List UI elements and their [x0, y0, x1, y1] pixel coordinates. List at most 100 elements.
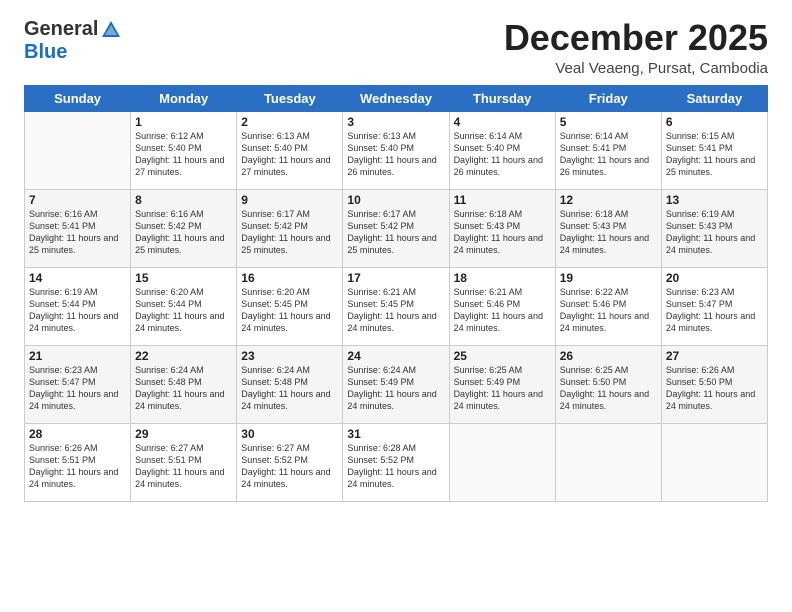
calendar-table: Sunday Monday Tuesday Wednesday Thursday…: [24, 85, 768, 502]
day-info: Sunrise: 6:13 AM Sunset: 5:40 PM Dayligh…: [241, 130, 338, 179]
header-friday: Friday: [555, 85, 661, 111]
day-info: Sunrise: 6:25 AM Sunset: 5:49 PM Dayligh…: [454, 364, 551, 413]
day-number: 16: [241, 271, 338, 285]
day-info: Sunrise: 6:17 AM Sunset: 5:42 PM Dayligh…: [347, 208, 444, 257]
day-info: Sunrise: 6:23 AM Sunset: 5:47 PM Dayligh…: [29, 364, 126, 413]
calendar-cell: 7Sunrise: 6:16 AM Sunset: 5:41 PM Daylig…: [25, 189, 131, 267]
calendar-week-row: 28Sunrise: 6:26 AM Sunset: 5:51 PM Dayli…: [25, 423, 768, 501]
calendar-cell: 14Sunrise: 6:19 AM Sunset: 5:44 PM Dayli…: [25, 267, 131, 345]
day-info: Sunrise: 6:25 AM Sunset: 5:50 PM Dayligh…: [560, 364, 657, 413]
day-number: 18: [454, 271, 551, 285]
day-info: Sunrise: 6:16 AM Sunset: 5:42 PM Dayligh…: [135, 208, 232, 257]
calendar-week-row: 7Sunrise: 6:16 AM Sunset: 5:41 PM Daylig…: [25, 189, 768, 267]
calendar-cell: 10Sunrise: 6:17 AM Sunset: 5:42 PM Dayli…: [343, 189, 449, 267]
day-number: 29: [135, 427, 232, 441]
day-number: 6: [666, 115, 763, 129]
calendar-week-row: 21Sunrise: 6:23 AM Sunset: 5:47 PM Dayli…: [25, 345, 768, 423]
day-number: 23: [241, 349, 338, 363]
calendar-cell: 11Sunrise: 6:18 AM Sunset: 5:43 PM Dayli…: [449, 189, 555, 267]
day-number: 7: [29, 193, 126, 207]
calendar-cell: 15Sunrise: 6:20 AM Sunset: 5:44 PM Dayli…: [131, 267, 237, 345]
day-number: 21: [29, 349, 126, 363]
calendar-cell: 5Sunrise: 6:14 AM Sunset: 5:41 PM Daylig…: [555, 111, 661, 189]
header-saturday: Saturday: [661, 85, 767, 111]
day-info: Sunrise: 6:26 AM Sunset: 5:51 PM Dayligh…: [29, 442, 126, 491]
day-info: Sunrise: 6:18 AM Sunset: 5:43 PM Dayligh…: [454, 208, 551, 257]
calendar-cell: 30Sunrise: 6:27 AM Sunset: 5:52 PM Dayli…: [237, 423, 343, 501]
calendar-cell: 24Sunrise: 6:24 AM Sunset: 5:49 PM Dayli…: [343, 345, 449, 423]
day-number: 9: [241, 193, 338, 207]
calendar-cell: 1Sunrise: 6:12 AM Sunset: 5:40 PM Daylig…: [131, 111, 237, 189]
days-header-row: Sunday Monday Tuesday Wednesday Thursday…: [25, 85, 768, 111]
calendar-cell: 29Sunrise: 6:27 AM Sunset: 5:51 PM Dayli…: [131, 423, 237, 501]
calendar-cell: [555, 423, 661, 501]
page: General Blue December 2025 Veal Veaeng, …: [0, 0, 792, 514]
logo-icon: [100, 19, 122, 41]
day-number: 31: [347, 427, 444, 441]
day-number: 26: [560, 349, 657, 363]
logo: General Blue: [24, 18, 122, 64]
calendar-cell: [25, 111, 131, 189]
calendar-cell: 25Sunrise: 6:25 AM Sunset: 5:49 PM Dayli…: [449, 345, 555, 423]
title-block: December 2025 Veal Veaeng, Pursat, Cambo…: [504, 18, 768, 77]
day-number: 12: [560, 193, 657, 207]
header-tuesday: Tuesday: [237, 85, 343, 111]
day-info: Sunrise: 6:15 AM Sunset: 5:41 PM Dayligh…: [666, 130, 763, 179]
day-number: 11: [454, 193, 551, 207]
day-number: 5: [560, 115, 657, 129]
calendar-cell: 8Sunrise: 6:16 AM Sunset: 5:42 PM Daylig…: [131, 189, 237, 267]
day-number: 20: [666, 271, 763, 285]
day-info: Sunrise: 6:13 AM Sunset: 5:40 PM Dayligh…: [347, 130, 444, 179]
calendar-cell: 20Sunrise: 6:23 AM Sunset: 5:47 PM Dayli…: [661, 267, 767, 345]
day-number: 14: [29, 271, 126, 285]
day-info: Sunrise: 6:23 AM Sunset: 5:47 PM Dayligh…: [666, 286, 763, 335]
day-number: 28: [29, 427, 126, 441]
calendar-cell: 26Sunrise: 6:25 AM Sunset: 5:50 PM Dayli…: [555, 345, 661, 423]
day-info: Sunrise: 6:24 AM Sunset: 5:48 PM Dayligh…: [241, 364, 338, 413]
day-info: Sunrise: 6:28 AM Sunset: 5:52 PM Dayligh…: [347, 442, 444, 491]
month-title: December 2025: [504, 18, 768, 58]
day-number: 24: [347, 349, 444, 363]
day-info: Sunrise: 6:24 AM Sunset: 5:48 PM Dayligh…: [135, 364, 232, 413]
day-info: Sunrise: 6:18 AM Sunset: 5:43 PM Dayligh…: [560, 208, 657, 257]
day-info: Sunrise: 6:21 AM Sunset: 5:45 PM Dayligh…: [347, 286, 444, 335]
calendar-cell: 17Sunrise: 6:21 AM Sunset: 5:45 PM Dayli…: [343, 267, 449, 345]
day-info: Sunrise: 6:16 AM Sunset: 5:41 PM Dayligh…: [29, 208, 126, 257]
calendar-cell: [449, 423, 555, 501]
calendar-cell: 22Sunrise: 6:24 AM Sunset: 5:48 PM Dayli…: [131, 345, 237, 423]
day-number: 30: [241, 427, 338, 441]
header-wednesday: Wednesday: [343, 85, 449, 111]
calendar-cell: 19Sunrise: 6:22 AM Sunset: 5:46 PM Dayli…: [555, 267, 661, 345]
day-number: 1: [135, 115, 232, 129]
day-info: Sunrise: 6:26 AM Sunset: 5:50 PM Dayligh…: [666, 364, 763, 413]
day-number: 17: [347, 271, 444, 285]
calendar-cell: 12Sunrise: 6:18 AM Sunset: 5:43 PM Dayli…: [555, 189, 661, 267]
calendar-cell: 16Sunrise: 6:20 AM Sunset: 5:45 PM Dayli…: [237, 267, 343, 345]
logo-blue-text: Blue: [24, 41, 67, 63]
calendar-cell: 23Sunrise: 6:24 AM Sunset: 5:48 PM Dayli…: [237, 345, 343, 423]
day-number: 22: [135, 349, 232, 363]
calendar-week-row: 1Sunrise: 6:12 AM Sunset: 5:40 PM Daylig…: [25, 111, 768, 189]
location: Veal Veaeng, Pursat, Cambodia: [504, 60, 768, 77]
day-number: 8: [135, 193, 232, 207]
day-info: Sunrise: 6:19 AM Sunset: 5:44 PM Dayligh…: [29, 286, 126, 335]
day-number: 27: [666, 349, 763, 363]
day-info: Sunrise: 6:20 AM Sunset: 5:45 PM Dayligh…: [241, 286, 338, 335]
day-number: 3: [347, 115, 444, 129]
calendar-cell: 31Sunrise: 6:28 AM Sunset: 5:52 PM Dayli…: [343, 423, 449, 501]
header-thursday: Thursday: [449, 85, 555, 111]
day-number: 2: [241, 115, 338, 129]
day-number: 25: [454, 349, 551, 363]
day-number: 19: [560, 271, 657, 285]
day-number: 4: [454, 115, 551, 129]
calendar-cell: 13Sunrise: 6:19 AM Sunset: 5:43 PM Dayli…: [661, 189, 767, 267]
calendar-week-row: 14Sunrise: 6:19 AM Sunset: 5:44 PM Dayli…: [25, 267, 768, 345]
calendar-cell: 27Sunrise: 6:26 AM Sunset: 5:50 PM Dayli…: [661, 345, 767, 423]
header-monday: Monday: [131, 85, 237, 111]
calendar-cell: 3Sunrise: 6:13 AM Sunset: 5:40 PM Daylig…: [343, 111, 449, 189]
header: General Blue December 2025 Veal Veaeng, …: [24, 18, 768, 77]
day-info: Sunrise: 6:14 AM Sunset: 5:41 PM Dayligh…: [560, 130, 657, 179]
calendar-cell: [661, 423, 767, 501]
day-info: Sunrise: 6:20 AM Sunset: 5:44 PM Dayligh…: [135, 286, 232, 335]
day-info: Sunrise: 6:27 AM Sunset: 5:51 PM Dayligh…: [135, 442, 232, 491]
